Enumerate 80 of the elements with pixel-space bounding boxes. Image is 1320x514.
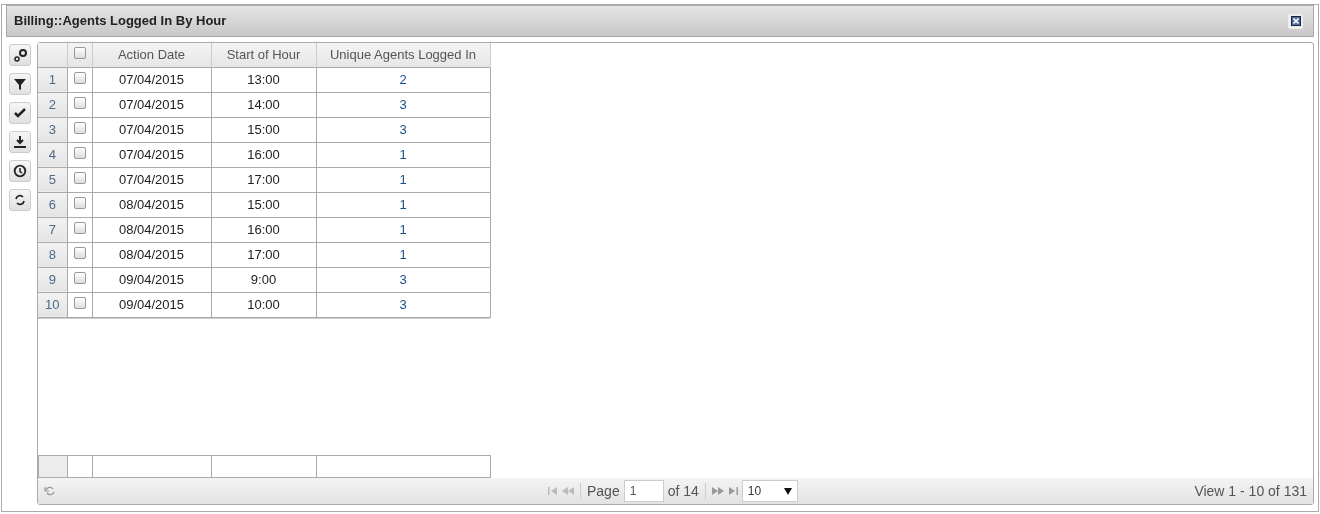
- first-page-icon[interactable]: [548, 487, 558, 495]
- table-cell: 3: [316, 267, 490, 292]
- checkbox[interactable]: [73, 47, 86, 59]
- checkbox[interactable]: [73, 171, 86, 184]
- table-cell: 2: [316, 67, 490, 92]
- row-number: 4: [38, 142, 67, 167]
- checkbox[interactable]: [73, 121, 86, 134]
- table-cell: 15:00: [211, 117, 316, 142]
- next-page-icon[interactable]: [711, 487, 724, 495]
- clock-icon: [12, 164, 27, 178]
- table-cell: 13:00: [211, 67, 316, 92]
- toolbar-button[interactable]: [8, 73, 31, 95]
- table-cell: 08/04/2015: [92, 242, 211, 267]
- table-cell: 1: [316, 217, 490, 242]
- column-header[interactable]: Action Date: [92, 43, 211, 67]
- refresh-icon: [12, 193, 27, 207]
- page-count: of 14: [667, 481, 699, 501]
- table-cell: 17:00: [211, 167, 316, 192]
- row-number: 9: [38, 267, 67, 292]
- previous-page-icon[interactable]: [562, 487, 574, 495]
- checkbox[interactable]: [73, 221, 86, 234]
- table-cell: 3: [316, 117, 490, 142]
- table-cell: 10:00: [211, 292, 316, 317]
- download-icon: [12, 135, 27, 149]
- columns-icon: [12, 48, 27, 62]
- toolbar-button[interactable]: [8, 44, 31, 66]
- table-cell: 16:00: [211, 217, 316, 242]
- check-icon: [12, 106, 27, 120]
- table-cell: 15:00: [211, 192, 316, 217]
- table-cell: 14:00: [211, 92, 316, 117]
- filter-icon: [12, 77, 27, 91]
- checkbox[interactable]: [73, 196, 86, 209]
- page-field[interactable]: 1: [623, 480, 664, 502]
- table-cell: 07/04/2015: [92, 92, 211, 117]
- row-number: 8: [38, 242, 67, 267]
- checkbox[interactable]: [73, 246, 86, 259]
- table-cell: 07/04/2015: [92, 117, 211, 142]
- row-number: 3: [38, 117, 67, 142]
- table-cell: 07/04/2015: [92, 142, 211, 167]
- table-cell: 1: [316, 167, 490, 192]
- checkbox[interactable]: [73, 71, 86, 84]
- page-label: Page: [587, 481, 620, 501]
- table-cell: 1: [316, 192, 490, 217]
- table-cell: 1: [316, 142, 490, 167]
- refresh-icon[interactable]: [44, 485, 56, 497]
- record-count: View 1 - 10 of 131: [1194, 481, 1307, 501]
- checkbox[interactable]: [73, 146, 86, 159]
- row-number: 1: [38, 67, 67, 92]
- row-number: 5: [38, 167, 67, 192]
- table-cell: 07/04/2015: [92, 67, 211, 92]
- table-cell: 08/04/2015: [92, 217, 211, 242]
- toolbar-button[interactable]: [8, 160, 31, 182]
- checkbox[interactable]: [73, 96, 86, 109]
- table-cell: 08/04/2015: [92, 192, 211, 217]
- table-cell: 9:00: [211, 267, 316, 292]
- table-cell: 3: [316, 92, 490, 117]
- table-cell: 1: [316, 242, 490, 267]
- row-number: 2: [38, 92, 67, 117]
- column-header[interactable]: Unique Agents Logged In: [316, 43, 490, 67]
- toolbar-button[interactable]: [8, 102, 31, 124]
- toolbar-button[interactable]: [8, 189, 31, 211]
- table-cell: 3: [316, 292, 490, 317]
- row-number: 10: [38, 292, 67, 317]
- column-header[interactable]: Start of Hour: [211, 43, 316, 67]
- table-cell: 17:00: [211, 242, 316, 267]
- window-title: Billing::Agents Logged In By Hour: [14, 12, 227, 31]
- checkbox[interactable]: [73, 296, 86, 309]
- caret-icon: [783, 487, 792, 495]
- row-number: 6: [38, 192, 67, 217]
- close-button[interactable]: [1288, 13, 1303, 29]
- toolbar-button[interactable]: [8, 131, 31, 153]
- table-cell: 16:00: [211, 142, 316, 167]
- table-cell: 09/04/2015: [92, 292, 211, 317]
- close-icon: [1290, 16, 1301, 26]
- row-number: 7: [38, 217, 67, 242]
- last-page-icon[interactable]: [727, 487, 738, 495]
- table-cell: 07/04/2015: [92, 167, 211, 192]
- checkbox[interactable]: [73, 271, 86, 284]
- page-size-select[interactable]: 10: [741, 480, 798, 502]
- table-cell: 09/04/2015: [92, 267, 211, 292]
